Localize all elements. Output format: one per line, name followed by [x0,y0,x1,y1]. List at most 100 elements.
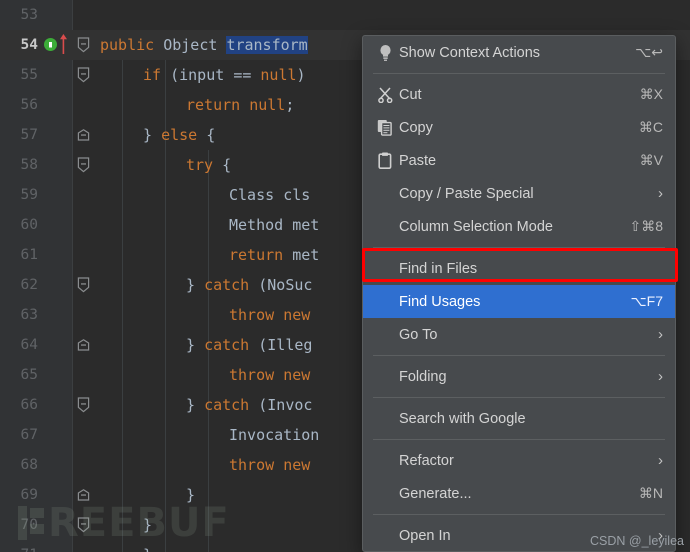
lightbulb-icon [373,43,397,63]
gutter-icons[interactable] [44,120,72,150]
context-menu[interactable]: Show Context Actions ⌥↩ Cut ⌘X Copy ⌘C Paste ⌘V… [362,35,676,552]
menu-item-show-context-actions[interactable]: Show Context Actions ⌥↩ [363,36,675,69]
csdn-watermark: CSDN @_leyilea [590,534,684,548]
gutter-icons[interactable] [44,240,72,270]
menu-item-shortcut: ⌥↩ [635,44,663,60]
menu-item-icon-placeholder [373,292,397,312]
chevron-right-icon: › [658,368,663,385]
code-text[interactable]: throw new [229,450,310,480]
fold-marker[interactable] [72,120,94,150]
menu-separator [373,73,665,74]
menu-item-copy[interactable]: Copy ⌘C [363,111,675,144]
run-icon[interactable] [44,38,57,51]
code-line[interactable]: 53 [0,0,690,30]
fold-marker[interactable] [72,150,94,180]
menu-item-icon-placeholder [373,526,397,546]
gutter-icons[interactable] [44,330,72,360]
menu-item-icon-placeholder [373,259,397,279]
line-number: 55 [20,67,38,83]
menu-item-search-with-google[interactable]: Search with Google [363,402,675,435]
menu-item-refactor[interactable]: Refactor › [363,444,675,477]
code-text[interactable]: } else { [143,120,215,150]
gutter-icons[interactable] [44,450,72,480]
fold-marker[interactable] [72,330,94,360]
code-text[interactable]: if (input == null) [143,60,306,90]
menu-separator [373,397,665,398]
menu-item-folding[interactable]: Folding › [363,360,675,393]
line-number: 71 [0,547,44,552]
gutter-icons[interactable] [44,420,72,450]
menu-item-shortcut: ⌘N [638,485,663,501]
gutter-icons[interactable] [44,150,72,180]
line-number: 53 [20,7,38,23]
code-text[interactable]: try { [186,150,231,180]
line-number: 61 [20,247,38,263]
menu-separator [373,247,665,248]
code-text[interactable]: public Object transform [100,30,308,60]
gutter-icons[interactable] [44,390,72,420]
menu-item-label: Go To [399,326,438,343]
menu-item-icon-placeholder [373,217,397,237]
code-text[interactable]: throw new [229,300,310,330]
menu-item-go-to[interactable]: Go To › [363,318,675,351]
menu-item-icon-placeholder [373,451,397,471]
menu-item-label: Search with Google [399,410,526,427]
gutter-icons[interactable] [44,360,72,390]
code-text[interactable]: return null; [186,90,294,120]
code-text[interactable]: Class cls [229,180,310,210]
menu-item-label: Column Selection Mode [399,218,553,235]
line-number: 64 [20,337,38,353]
menu-item-label: Copy / Paste Special [399,185,534,202]
override-arrow-icon[interactable] [60,34,67,54]
menu-item-shortcut: ⌥F7 [630,293,663,309]
line-number: 60 [20,217,38,233]
menu-item-label: Generate... [399,485,472,502]
menu-item-icon-placeholder [373,184,397,204]
line-number: 54 [20,37,38,53]
menu-item-paste[interactable]: Paste ⌘V [363,144,675,177]
gutter-icons[interactable] [44,0,72,30]
menu-item-column-selection-mode[interactable]: Column Selection Mode ⇧⌘8 [363,210,675,243]
chevron-right-icon: › [658,452,663,469]
code-text[interactable]: Method met [229,210,319,240]
line-number: 66 [20,397,38,413]
code-text[interactable]: } catch (Invoc [186,390,312,420]
ide-screenshot: 53 54 public Object transform 55 if (input =… [0,0,690,552]
fold-marker[interactable] [72,390,94,420]
menu-item-icon-placeholder [373,484,397,504]
menu-item-copy-paste-special[interactable]: Copy / Paste Special › [363,177,675,210]
gutter-icons[interactable] [44,60,72,90]
menu-item-find-usages[interactable]: Find Usages ⌥F7 [363,285,675,318]
gutter-icons[interactable] [44,210,72,240]
freebuf-watermark: REEBUF [18,500,230,546]
menu-item-shortcut: ⌘X [639,86,663,102]
menu-item-label: Cut [399,86,422,103]
line-number: 58 [20,157,38,173]
line-number: 68 [20,457,38,473]
clipboard-icon [373,151,397,171]
menu-separator [373,439,665,440]
fold-marker[interactable] [72,270,94,300]
menu-item-cut[interactable]: Cut ⌘X [363,78,675,111]
menu-item-label: Copy [399,119,433,136]
copy-icon [373,118,397,138]
code-text[interactable]: throw new [229,360,310,390]
fold-marker[interactable] [72,30,94,60]
code-text[interactable]: } catch (Illeg [186,330,312,360]
code-text[interactable]: return met [229,240,319,270]
gutter-icons[interactable] [44,270,72,300]
menu-item-shortcut: ⌘C [638,119,663,135]
code-text[interactable]: } catch (NoSuc [186,270,312,300]
gutter-icons[interactable] [44,180,72,210]
menu-item-find-in-files[interactable]: Find in Files [363,252,675,285]
gutter-icons[interactable] [44,90,72,120]
fold-marker[interactable] [72,60,94,90]
menu-item-icon-placeholder [373,409,397,429]
menu-item-generate[interactable]: Generate... ⌘N [363,477,675,510]
code-text[interactable]: Invocation [229,420,319,450]
gutter-icons[interactable] [44,300,72,330]
menu-separator [373,514,665,515]
line-number: 67 [20,427,38,443]
gutter-icons[interactable] [44,30,72,60]
chevron-right-icon: › [658,326,663,343]
